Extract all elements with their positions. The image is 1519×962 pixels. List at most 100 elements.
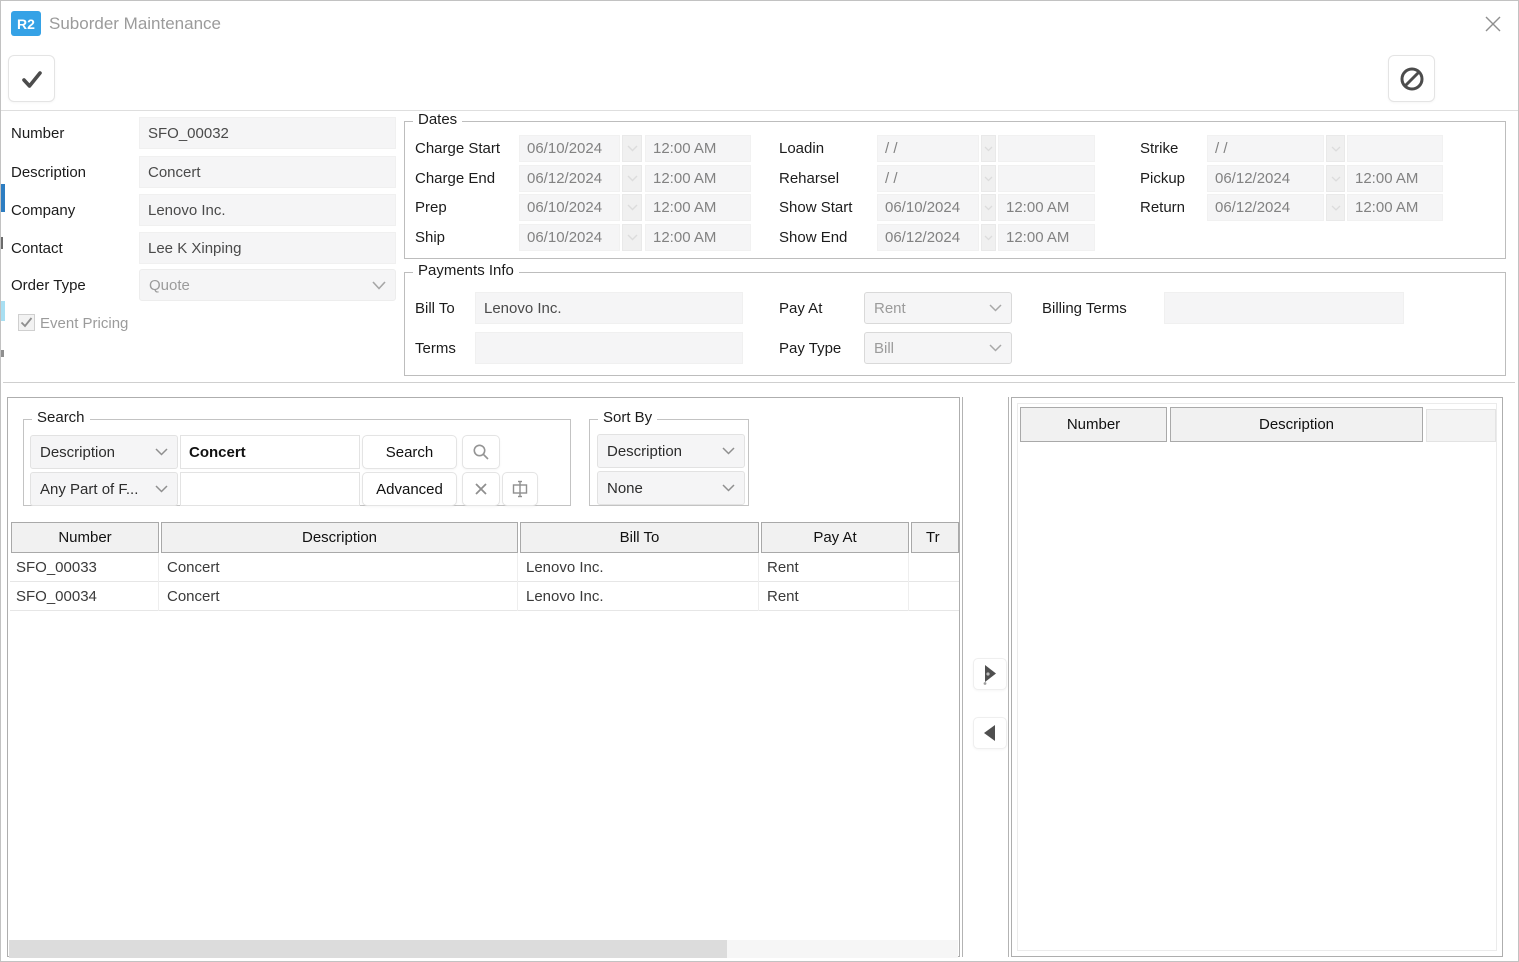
chevron-down-icon — [984, 205, 993, 211]
billing-terms-field[interactable] — [1164, 292, 1404, 324]
strike-time-input[interactable] — [1347, 135, 1443, 162]
return-date-dropdown[interactable] — [1326, 194, 1345, 221]
results-header-pay-at[interactable]: Pay At — [761, 522, 909, 553]
show-end-date-input[interactable]: 06/12/2024 — [877, 224, 979, 251]
show-start-date-dropdown[interactable] — [981, 194, 996, 221]
order-type-label: Order Type — [11, 269, 86, 301]
close-button[interactable] — [1480, 11, 1506, 37]
table-row[interactable]: SFO_00034 Concert Lenovo Inc. Rent — [10, 582, 959, 611]
charge-end-date-input[interactable]: 06/12/2024 — [519, 165, 620, 192]
description-field[interactable]: Concert — [139, 156, 396, 188]
chevron-down-icon — [984, 176, 993, 182]
loadin-time-input[interactable] — [998, 135, 1095, 162]
charge-start-date-input[interactable]: 06/10/2024 — [519, 135, 620, 162]
pay-type-select[interactable]: Bill — [864, 332, 1012, 364]
clear-search-button[interactable] — [462, 472, 500, 506]
sort-secondary-value: None — [607, 480, 643, 497]
terms-field[interactable] — [475, 332, 743, 364]
show-start-time-input[interactable]: 12:00 AM — [998, 194, 1095, 221]
reharsel-time-input[interactable] — [998, 165, 1095, 192]
horizontal-scrollbar-thumb[interactable] — [9, 940, 727, 958]
sort-primary-select[interactable]: Description — [597, 434, 745, 468]
pay-at-label: Pay At — [779, 292, 822, 324]
bill-to-field[interactable]: Lenovo Inc. — [475, 292, 743, 324]
x-icon — [474, 482, 488, 496]
ship-date-dropdown[interactable] — [622, 224, 642, 251]
charge-end-time-input[interactable]: 12:00 AM — [645, 165, 751, 192]
show-start-date-input[interactable]: 06/10/2024 — [877, 194, 979, 221]
charge-start-date-dropdown[interactable] — [622, 135, 642, 162]
ship-time-input[interactable]: 12:00 AM — [645, 224, 751, 251]
dates-group: Dates Charge Start 06/10/2024 12:00 AM C… — [404, 121, 1506, 259]
ship-date-input[interactable]: 06/10/2024 — [519, 224, 620, 251]
advanced-button[interactable]: Advanced — [362, 472, 457, 506]
target-header-number[interactable]: Number — [1020, 407, 1167, 442]
number-field[interactable]: SFO_00032 — [139, 117, 396, 149]
results-header-tr[interactable]: Tr — [911, 522, 959, 553]
billing-terms-label: Billing Terms — [1042, 292, 1127, 324]
move-left-button[interactable] — [973, 717, 1007, 749]
chevron-down-icon — [627, 145, 638, 152]
cell-description: Concert — [161, 553, 518, 582]
strike-date-dropdown[interactable] — [1326, 135, 1345, 162]
search-field-select[interactable]: Description — [30, 435, 178, 469]
horizontal-scrollbar-track[interactable] — [9, 940, 958, 958]
show-start-label: Show Start — [779, 194, 852, 221]
reharsel-date-dropdown[interactable] — [981, 165, 996, 192]
table-row[interactable]: SFO_00033 Concert Lenovo Inc. Rent — [10, 553, 959, 582]
contact-label: Contact — [11, 232, 63, 264]
results-header-number[interactable]: Number — [11, 522, 159, 553]
pickup-label: Pickup — [1140, 165, 1185, 192]
company-field[interactable]: Lenovo Inc. — [139, 194, 396, 226]
cancel-button[interactable] — [1388, 55, 1435, 102]
reharsel-label: Reharsel — [779, 165, 839, 192]
search-match-select[interactable]: Any Part of F... — [30, 472, 178, 506]
charge-end-date-dropdown[interactable] — [622, 165, 642, 192]
search-button[interactable]: Search — [362, 435, 457, 469]
pay-at-select[interactable]: Rent — [864, 292, 1012, 324]
return-date-input[interactable]: 06/12/2024 — [1207, 194, 1324, 221]
strike-date-input[interactable]: / / — [1207, 135, 1324, 162]
column-options-button[interactable] — [502, 472, 538, 506]
chevron-down-icon — [1331, 146, 1341, 152]
search-query-input[interactable]: Concert — [180, 435, 360, 469]
chevron-down-icon — [155, 485, 168, 493]
sortby-group: Sort By Description None — [589, 419, 749, 506]
loadin-date-dropdown[interactable] — [981, 135, 996, 162]
confirm-button[interactable] — [8, 55, 55, 102]
background-window-sliver — [1, 237, 3, 249]
return-time-input[interactable]: 12:00 AM — [1347, 194, 1443, 221]
results-header-bill-to[interactable]: Bill To — [520, 522, 759, 553]
prep-time-input[interactable]: 12:00 AM — [645, 194, 751, 221]
event-pricing-checkbox[interactable] — [18, 314, 35, 331]
app-badge: R2 — [11, 11, 41, 36]
prep-date-input[interactable]: 06/10/2024 — [519, 194, 620, 221]
move-right-button[interactable] — [973, 658, 1007, 690]
search-legend: Search — [32, 409, 90, 426]
loadin-date-input[interactable]: / / — [877, 135, 979, 162]
show-end-time-input[interactable]: 12:00 AM — [998, 224, 1095, 251]
target-header-description[interactable]: Description — [1170, 407, 1423, 442]
chevron-down-icon — [989, 304, 1002, 312]
column-splitter-icon — [510, 479, 530, 499]
event-pricing-label: Event Pricing — [40, 313, 128, 333]
payments-legend: Payments Info — [413, 262, 519, 279]
order-type-select[interactable]: Quote — [139, 269, 396, 301]
chevron-down-icon — [989, 344, 1002, 352]
pickup-time-input[interactable]: 12:00 AM — [1347, 165, 1443, 192]
prep-date-dropdown[interactable] — [622, 194, 642, 221]
chevron-down-icon — [984, 146, 993, 152]
reharsel-date-input[interactable]: / / — [877, 165, 979, 192]
sortby-legend: Sort By — [598, 409, 657, 426]
results-header-description[interactable]: Description — [161, 522, 518, 553]
cell-number: SFO_00033 — [10, 553, 159, 582]
sort-secondary-select[interactable]: None — [597, 471, 745, 505]
search-lookup-button[interactable] — [462, 435, 500, 469]
contact-field[interactable]: Lee K Xinping — [139, 232, 396, 264]
arrow-right-icon — [979, 662, 1001, 686]
pickup-date-dropdown[interactable] — [1326, 165, 1345, 192]
search-query2-input[interactable] — [180, 472, 360, 506]
pickup-date-input[interactable]: 06/12/2024 — [1207, 165, 1324, 192]
show-end-date-dropdown[interactable] — [981, 224, 996, 251]
charge-start-time-input[interactable]: 12:00 AM — [645, 135, 751, 162]
